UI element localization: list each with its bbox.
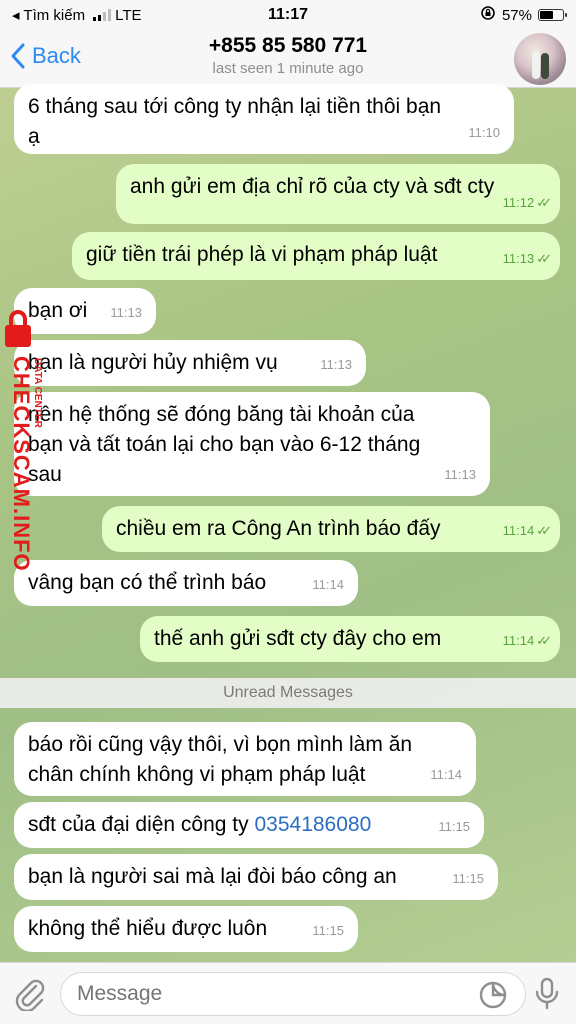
message-text: vâng bạn có thể trình báo xyxy=(28,571,267,594)
network-type: LTE xyxy=(115,6,142,24)
sticker-icon[interactable] xyxy=(478,980,508,1010)
phone-link[interactable]: 0354186080 xyxy=(254,813,371,836)
message-text: không thể hiểu được luôn xyxy=(28,917,268,940)
message-time: 11:14 xyxy=(312,577,344,592)
message-bubble-incoming[interactable]: vâng bạn có thể trình báo 11:14 xyxy=(14,560,358,606)
battery-icon xyxy=(538,9,567,21)
last-seen: last seen 1 minute ago xyxy=(212,60,364,77)
status-bar: ◂ Tìm kiếm LTE 11:17 57% xyxy=(0,0,576,30)
double-check-icon: ✓✓ xyxy=(536,633,552,648)
message-text: nên hệ thống sẽ đóng băng tài khoản của xyxy=(28,403,415,426)
composer xyxy=(0,962,576,1024)
message-time: 11:10 xyxy=(468,125,500,140)
message-text: giữ tiền trái phép là vi phạm pháp luật xyxy=(86,243,438,266)
message-text: ạ xyxy=(28,125,40,148)
watermark-small: DATA CENTER xyxy=(32,358,43,428)
message-text: báo rồi cũng vậy thôi, vì bọn mình làm ă… xyxy=(28,733,413,756)
orientation-lock-icon xyxy=(480,5,496,25)
message-text: bạn là người sai mà lại đòi báo công an xyxy=(28,865,397,888)
message-bubble-incoming[interactable]: bạn là người hủy nhiệm vụ 11:13 xyxy=(14,340,366,386)
watermark: CHECKSCAM.INFO DATA CENTER xyxy=(0,308,43,588)
message-time: 11:14 xyxy=(502,633,535,648)
message-time: 11:13 xyxy=(320,357,352,372)
unread-messages-divider: Unread Messages xyxy=(0,678,576,708)
message-bubble-incoming[interactable]: 6 tháng sau tới công ty nhận lại tiền th… xyxy=(14,84,514,154)
message-text: bạn là người hủy nhiệm vụ xyxy=(28,351,278,374)
contact-phone: +855 85 580 771 xyxy=(208,34,368,57)
double-check-icon: ✓✓ xyxy=(536,523,552,538)
message-bubble-incoming[interactable]: bạn là người sai mà lại đòi báo công an … xyxy=(14,854,498,900)
message-input[interactable] xyxy=(60,972,526,1016)
double-check-icon: ✓✓ xyxy=(536,251,552,266)
message-list[interactable]: 6 tháng sau tới công ty nhận lại tiền th… xyxy=(0,84,576,962)
double-check-icon: ✓✓ xyxy=(536,195,552,210)
signal-icon xyxy=(93,9,112,21)
message-time: 11:15 xyxy=(452,871,484,886)
paperclip-icon[interactable] xyxy=(14,977,46,1011)
message-text: chiều em ra Công An trình báo đấy xyxy=(116,517,441,540)
message-bubble-outgoing[interactable]: anh gửi em địa chỉ rõ của cty và sđt cty… xyxy=(116,164,560,224)
microphone-icon[interactable] xyxy=(534,977,560,1011)
watermark-main: CHECKSCAM.INFO xyxy=(9,356,34,572)
message-text: sau xyxy=(28,463,62,486)
message-text: 6 tháng sau tới công ty nhận lại tiền th… xyxy=(28,95,442,118)
message-text: chân chính không vi phạm pháp luật xyxy=(28,763,366,786)
message-bubble-incoming[interactable]: sđt của đại diện công ty 0354186080 11:1… xyxy=(14,802,484,848)
message-bubble-outgoing[interactable]: giữ tiền trái phép là vi phạm pháp luật … xyxy=(72,232,560,280)
avatar[interactable] xyxy=(514,33,566,85)
message-text: bạn và tất toán lại cho bạn vào 6-12 thá… xyxy=(28,433,421,456)
battery-percent: 57% xyxy=(501,6,532,24)
message-text: anh gửi em địa chỉ rõ của cty và sđt cty xyxy=(130,175,495,198)
message-time: 11:14 xyxy=(430,767,462,782)
clock: 11:17 xyxy=(267,6,309,23)
message-time: 11:14 xyxy=(502,523,535,538)
message-time: 11:13 xyxy=(502,251,535,266)
message-bubble-outgoing[interactable]: thế anh gửi sđt cty đây cho em 11:14 ✓✓ xyxy=(140,616,560,662)
message-time: 11:13 xyxy=(444,467,476,482)
message-bubble-outgoing[interactable]: chiều em ra Công An trình báo đấy 11:14 ✓… xyxy=(102,506,560,552)
message-bubble-incoming[interactable]: không thể hiểu được luôn 11:15 xyxy=(14,906,358,952)
message-text: thế anh gửi sđt cty đây cho em xyxy=(154,627,442,650)
message-bubble-incoming[interactable]: báo rồi cũng vậy thôi, vì bọn mình làm ă… xyxy=(14,722,476,796)
message-time: 11:15 xyxy=(438,819,470,834)
contact-info[interactable]: +855 85 580 771 last seen 1 minute ago xyxy=(0,34,576,77)
message-bubble-incoming[interactable]: nên hệ thống sẽ đóng băng tài khoản của … xyxy=(14,392,490,496)
lock-icon xyxy=(5,310,31,347)
message-time: 11:13 xyxy=(110,305,142,320)
back-to-search-link[interactable]: ◂ Tìm kiếm xyxy=(12,6,85,24)
message-text: sđt của đại diện công ty xyxy=(28,813,255,836)
message-time: 11:12 xyxy=(502,195,535,210)
message-time: 11:15 xyxy=(312,923,344,938)
chat-header: Back +855 85 580 771 last seen 1 minute … xyxy=(0,30,576,88)
